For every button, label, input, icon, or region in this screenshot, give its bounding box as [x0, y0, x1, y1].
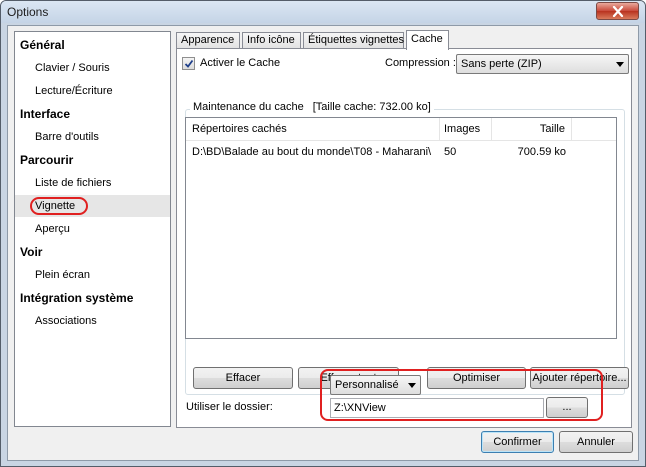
cell-images: 50 [444, 146, 457, 158]
cache-maintenance-title: Maintenance du cache [Taille cache: 732.… [190, 101, 434, 113]
clear-button[interactable]: Effacer [193, 367, 293, 389]
nav-item-read-write[interactable]: Lecture/Écriture [15, 80, 170, 102]
enable-cache-checkbox[interactable] [182, 57, 195, 70]
options-window: Options Général Clavier / Souris Lecture… [0, 0, 646, 467]
chevron-down-icon [616, 62, 624, 67]
cached-dirs-list[interactable]: Répertoires cachés Images Taille D:\BD\B… [185, 117, 617, 339]
compression-label: Compression : [385, 57, 456, 69]
nav-item-browse[interactable]: Parcourir [15, 149, 170, 171]
nav-item-thumbnail[interactable]: Vignette [15, 195, 170, 217]
folder-mode-value: Personnalisé [335, 379, 399, 391]
nav-item-interface[interactable]: Interface [15, 103, 170, 125]
compression-value: Sans perte (ZIP) [461, 58, 542, 70]
nav-item-fullscreen[interactable]: Plein écran [15, 264, 170, 286]
nav-item-file-list[interactable]: Liste de fichiers [15, 172, 170, 194]
browse-folder-button[interactable]: ... [546, 397, 588, 418]
checkmark-icon [184, 59, 194, 68]
nav-item-keyboard-mouse[interactable]: Clavier / Souris [15, 57, 170, 79]
tab-cache[interactable]: Cache [406, 30, 449, 50]
group-title-text: Maintenance du cache [193, 101, 304, 113]
nav-item-general[interactable]: Général [15, 34, 170, 56]
tab-appearance[interactable]: Apparence [176, 32, 240, 49]
folder-mode-select[interactable]: Personnalisé [330, 375, 421, 395]
cell-size: 700.59 ko [517, 146, 566, 158]
tab-thumbnail-labels[interactable]: Étiquettes vignettes [303, 32, 404, 49]
nav-item-preview[interactable]: Aperçu [15, 218, 170, 240]
header-divider [186, 140, 616, 141]
options-nav-tree: Général Clavier / Souris Lecture/Écritur… [14, 31, 171, 427]
nav-item-system-integration[interactable]: Intégration système [15, 287, 170, 309]
confirm-button[interactable]: Confirmer [481, 431, 554, 453]
column-header-directories[interactable]: Répertoires cachés [186, 118, 440, 140]
cell-directory: D:\BD\Balade au bout du monde\T08 - Maha… [192, 146, 432, 158]
folder-path-value: Z:\XNView [334, 402, 386, 414]
cancel-button[interactable]: Annuler [559, 431, 633, 453]
nav-item-toolbar[interactable]: Barre d'outils [15, 126, 170, 148]
dialog-client: Général Clavier / Souris Lecture/Écritur… [7, 25, 639, 461]
column-header-size[interactable]: Taille [492, 118, 572, 140]
folder-path-input[interactable]: Z:\XNView [330, 398, 544, 418]
cache-size-text: [Taille cache: 732.00 ko] [312, 101, 431, 113]
window-title: Options [7, 5, 49, 19]
nav-item-associations[interactable]: Associations [15, 310, 170, 332]
nav-item-view[interactable]: Voir [15, 241, 170, 263]
title-bar[interactable]: Options [1, 1, 645, 23]
highlight-circle [30, 197, 88, 215]
chevron-down-icon [408, 383, 416, 388]
compression-select[interactable]: Sans perte (ZIP) [456, 54, 629, 74]
close-button[interactable] [596, 2, 639, 20]
tab-icon-info[interactable]: Info icône [242, 32, 301, 49]
column-header-images[interactable]: Images [440, 118, 492, 140]
close-icon [612, 6, 624, 17]
enable-cache-label[interactable]: Activer le Cache [200, 57, 280, 69]
folder-label: Utiliser le dossier: [186, 401, 273, 413]
